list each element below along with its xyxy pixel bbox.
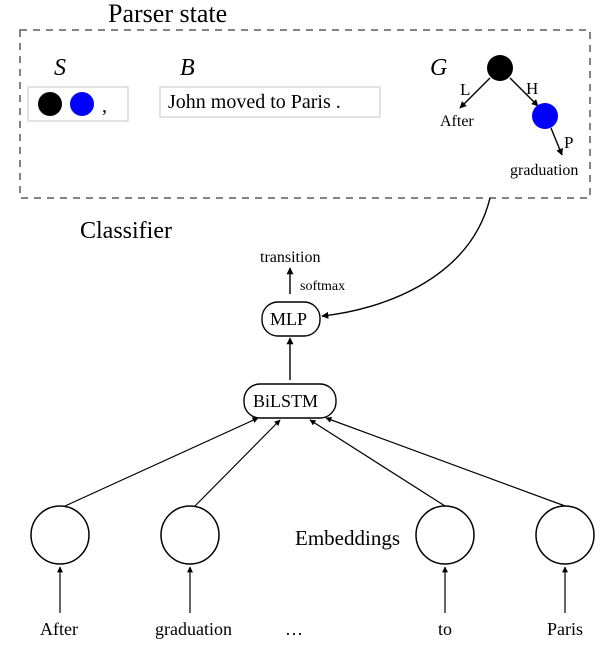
parser-state-title: Parser state xyxy=(108,0,227,28)
embedding-circle-2 xyxy=(161,506,219,564)
transition-label: transition xyxy=(260,249,320,266)
state-B-text: John moved to Paris . xyxy=(168,91,341,113)
g-blue-node xyxy=(532,103,558,129)
embedding-circle-1 xyxy=(31,506,89,564)
s-node-blue xyxy=(70,92,94,116)
classifier-stack: transition softmax MLP BiLSTM Embeddings xyxy=(31,198,594,639)
g-edge-P-label: P xyxy=(564,133,573,152)
embedding-circle-5 xyxy=(536,506,594,564)
state-B-label: B xyxy=(180,55,195,81)
state-G-tree: L After H P graduation xyxy=(440,55,578,179)
arrow-emb5-bilstm xyxy=(326,418,565,506)
g-edge-H-label: H xyxy=(526,79,538,98)
state-G-label: G xyxy=(430,55,447,81)
embedding-circle-4 xyxy=(416,506,474,564)
s-node-black xyxy=(38,92,62,116)
g-leaf-right: graduation xyxy=(510,162,578,179)
token-3-ellipsis: … xyxy=(285,619,303,639)
softmax-label: softmax xyxy=(300,279,345,294)
embeddings-label: Embeddings xyxy=(295,526,400,550)
state-S-label: S xyxy=(54,55,66,81)
bilstm-text: BiLSTM xyxy=(253,391,318,411)
arrow-state-to-mlp xyxy=(322,198,490,316)
g-root-node xyxy=(487,55,513,81)
g-edge-L-label: L xyxy=(460,80,470,99)
arrow-emb4-bilstm xyxy=(310,420,445,506)
arrow-emb1-bilstm xyxy=(65,418,258,506)
arrow-emb2-bilstm xyxy=(195,420,280,506)
mlp-text: MLP xyxy=(270,309,307,329)
token-5: Paris xyxy=(547,619,583,639)
token-4: to xyxy=(438,619,452,639)
classifier-label: Classifier xyxy=(80,218,172,244)
token-1: After xyxy=(40,619,78,639)
token-2: graduation xyxy=(155,619,232,639)
s-trailing-comma: , xyxy=(102,95,107,117)
g-edge-P xyxy=(551,128,562,155)
g-leaf-left: After xyxy=(440,113,474,130)
